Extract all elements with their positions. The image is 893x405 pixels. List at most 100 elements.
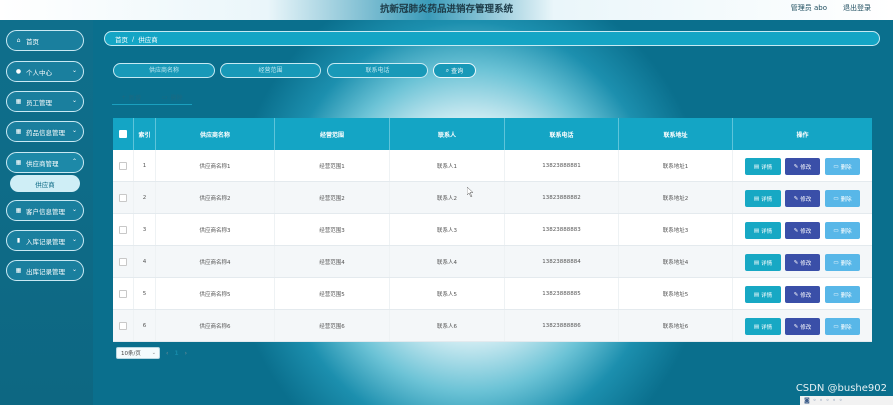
business-scope-input[interactable] (220, 63, 321, 78)
cell-supplier-name: 供应商名称6 (156, 310, 275, 341)
column-header-scope: 经营范围 (275, 118, 390, 150)
chevron-up-icon: ⌃ (71, 158, 77, 165)
chevron-down-icon: ⌄ (71, 97, 77, 104)
table-row: 1 供应商名称1 经营范围1 联系人1 13823888881 联系地址1 ▤ 详情 ✎ 修改 ▭ 删… (113, 150, 872, 182)
row-checkbox[interactable] (119, 225, 127, 234)
detail-icon: ▤ (753, 291, 760, 298)
edit-icon: ✎ (793, 291, 799, 298)
edit-button-label: 修改 (800, 324, 812, 331)
detail-button[interactable]: ▤ 详情 (745, 254, 781, 271)
breadcrumb-current: 供应商 (138, 35, 158, 44)
delete-button[interactable]: ▭ 删除 (825, 222, 860, 239)
cell-index: 6 (134, 310, 156, 341)
mouse-cursor-icon (467, 187, 474, 197)
plus-icon: + (121, 94, 127, 101)
current-user[interactable]: 管理员 abo (791, 3, 827, 13)
cell-address: 联系地址5 (619, 278, 733, 309)
cell-phone: 13823888885 (505, 278, 619, 309)
search-button-label: 查询 (451, 68, 464, 75)
sidebar-item-label: 个人中心 (26, 68, 52, 77)
delete-button[interactable]: ▭ 删除 (825, 190, 860, 207)
add-button[interactable]: + 新增 (121, 93, 141, 102)
cell-select (113, 310, 134, 341)
cell-select (113, 182, 134, 213)
sidebar-item-outbound[interactable]: ▦ 出库记录管理 ⌄ (6, 260, 84, 281)
supplier-table: 索引 供应商名称 经营范围 联系人 联系电话 联系地址 操作 1 供应商名称1 经营… (113, 118, 872, 342)
detail-button[interactable]: ▤ 详情 (745, 190, 781, 207)
edit-button[interactable]: ✎ 修改 (785, 222, 820, 239)
action-underline (112, 104, 192, 105)
cell-phone: 13823888882 (505, 182, 619, 213)
row-checkbox[interactable] (119, 161, 127, 170)
table-header: 索引 供应商名称 经营范围 联系人 联系电话 联系地址 操作 (113, 118, 872, 150)
sidebar-item-employees[interactable]: ▦ 员工管理 ⌄ (6, 91, 84, 112)
detail-button[interactable]: ▤ 详情 (745, 158, 781, 175)
sidebar-item-profile[interactable]: ● 个人中心 ⌄ (6, 61, 84, 82)
chevron-down-icon: ⌄ (71, 266, 77, 273)
row-checkbox[interactable] (119, 289, 127, 298)
bulk-delete-label: 删除 (170, 95, 183, 102)
edit-button-label: 修改 (800, 228, 812, 235)
sidebar-item-label: 客户信息管理 (26, 207, 65, 216)
sidebar-item-home[interactable]: ⌂ 首页 (6, 30, 84, 51)
table-row: 5 供应商名称5 经营范围5 联系人5 13823888885 联系地址5 ▤ 详情 ✎ 修改 ▭ 删… (113, 278, 872, 310)
row-checkbox[interactable] (119, 257, 127, 266)
select-all-checkbox[interactable] (119, 130, 127, 138)
edit-button[interactable]: ✎ 修改 (785, 190, 820, 207)
cell-contact: 联系人1 (390, 150, 505, 181)
edit-button[interactable]: ✎ 修改 (785, 286, 820, 303)
supplier-name-input[interactable] (113, 63, 215, 78)
chevron-down-icon: ⌄ (71, 206, 77, 213)
breadcrumb-home[interactable]: 首页 (115, 34, 128, 44)
tray-icon: ◦ (832, 397, 837, 404)
contact-phone-input[interactable] (327, 63, 428, 78)
sidebar-item-inbound[interactable]: ▮ 入库记录管理 ⌄ (6, 230, 84, 251)
detail-button[interactable]: ▤ 详情 (745, 222, 781, 239)
cell-select (113, 278, 134, 309)
edit-button[interactable]: ✎ 修改 (785, 158, 820, 175)
logout-link[interactable]: 退出登录 (843, 3, 871, 13)
search-button[interactable]: ⌕ 查询 (433, 63, 476, 78)
cell-supplier-name: 供应商名称2 (156, 182, 275, 213)
detail-button[interactable]: ▤ 详情 (745, 286, 781, 303)
sidebar-item-suppliers[interactable]: ▦ 供应商管理 ⌃ (6, 152, 84, 173)
edit-icon: ✎ (793, 163, 799, 170)
edit-button[interactable]: ✎ 修改 (785, 318, 820, 335)
breadcrumb-separator: / (132, 34, 135, 43)
detail-button-label: 详情 (761, 260, 773, 267)
cell-business-scope: 经营范围6 (275, 310, 390, 341)
trash-icon: ▭ (833, 291, 839, 298)
detail-button-label: 详情 (761, 292, 773, 299)
prev-page-button[interactable]: ‹ (166, 350, 168, 357)
delete-button[interactable]: ▭ 删除 (825, 318, 860, 335)
sidebar-item-drugs[interactable]: ▦ 药品信息管理 ⌄ (6, 121, 84, 142)
add-button-label: 新增 (129, 95, 142, 102)
cell-address: 联系地址6 (619, 310, 733, 341)
page-size-select[interactable]: 10条/页 ⌄ (116, 347, 160, 359)
next-page-button[interactable]: › (185, 350, 187, 357)
cell-select (113, 246, 134, 277)
sidebar-item-customers[interactable]: ▦ 客户信息管理 ⌄ (6, 200, 84, 221)
delete-button[interactable]: ▭ 删除 (825, 254, 860, 271)
cell-select (113, 150, 134, 181)
delete-button-label: 删除 (840, 228, 852, 235)
grid-icon: ▦ (15, 207, 22, 214)
page-number-current[interactable]: 1 (174, 350, 178, 357)
column-header-contact: 联系人 (390, 118, 505, 150)
delete-button[interactable]: ▭ 删除 (825, 286, 860, 303)
edit-button-label: 修改 (800, 196, 812, 203)
edit-button[interactable]: ✎ 修改 (785, 254, 820, 271)
row-checkbox[interactable] (119, 193, 127, 202)
cell-index: 1 (134, 150, 156, 181)
detail-button[interactable]: ▤ 详情 (745, 318, 781, 335)
pagination: 10条/页 ⌄ ‹ 1 › (116, 346, 187, 360)
bulk-delete-button[interactable]: ▭ 删除 (162, 93, 183, 102)
cell-address: 联系地址1 (619, 150, 733, 181)
trash-icon: ▭ (833, 259, 839, 266)
row-checkbox[interactable] (119, 321, 127, 330)
grid-icon: ▦ (15, 159, 22, 166)
tray-icon: ◦ (825, 397, 830, 404)
delete-button[interactable]: ▭ 删除 (825, 158, 860, 175)
cell-index: 2 (134, 182, 156, 213)
sidebar-subitem-supplier[interactable]: 供应商 (10, 175, 80, 192)
